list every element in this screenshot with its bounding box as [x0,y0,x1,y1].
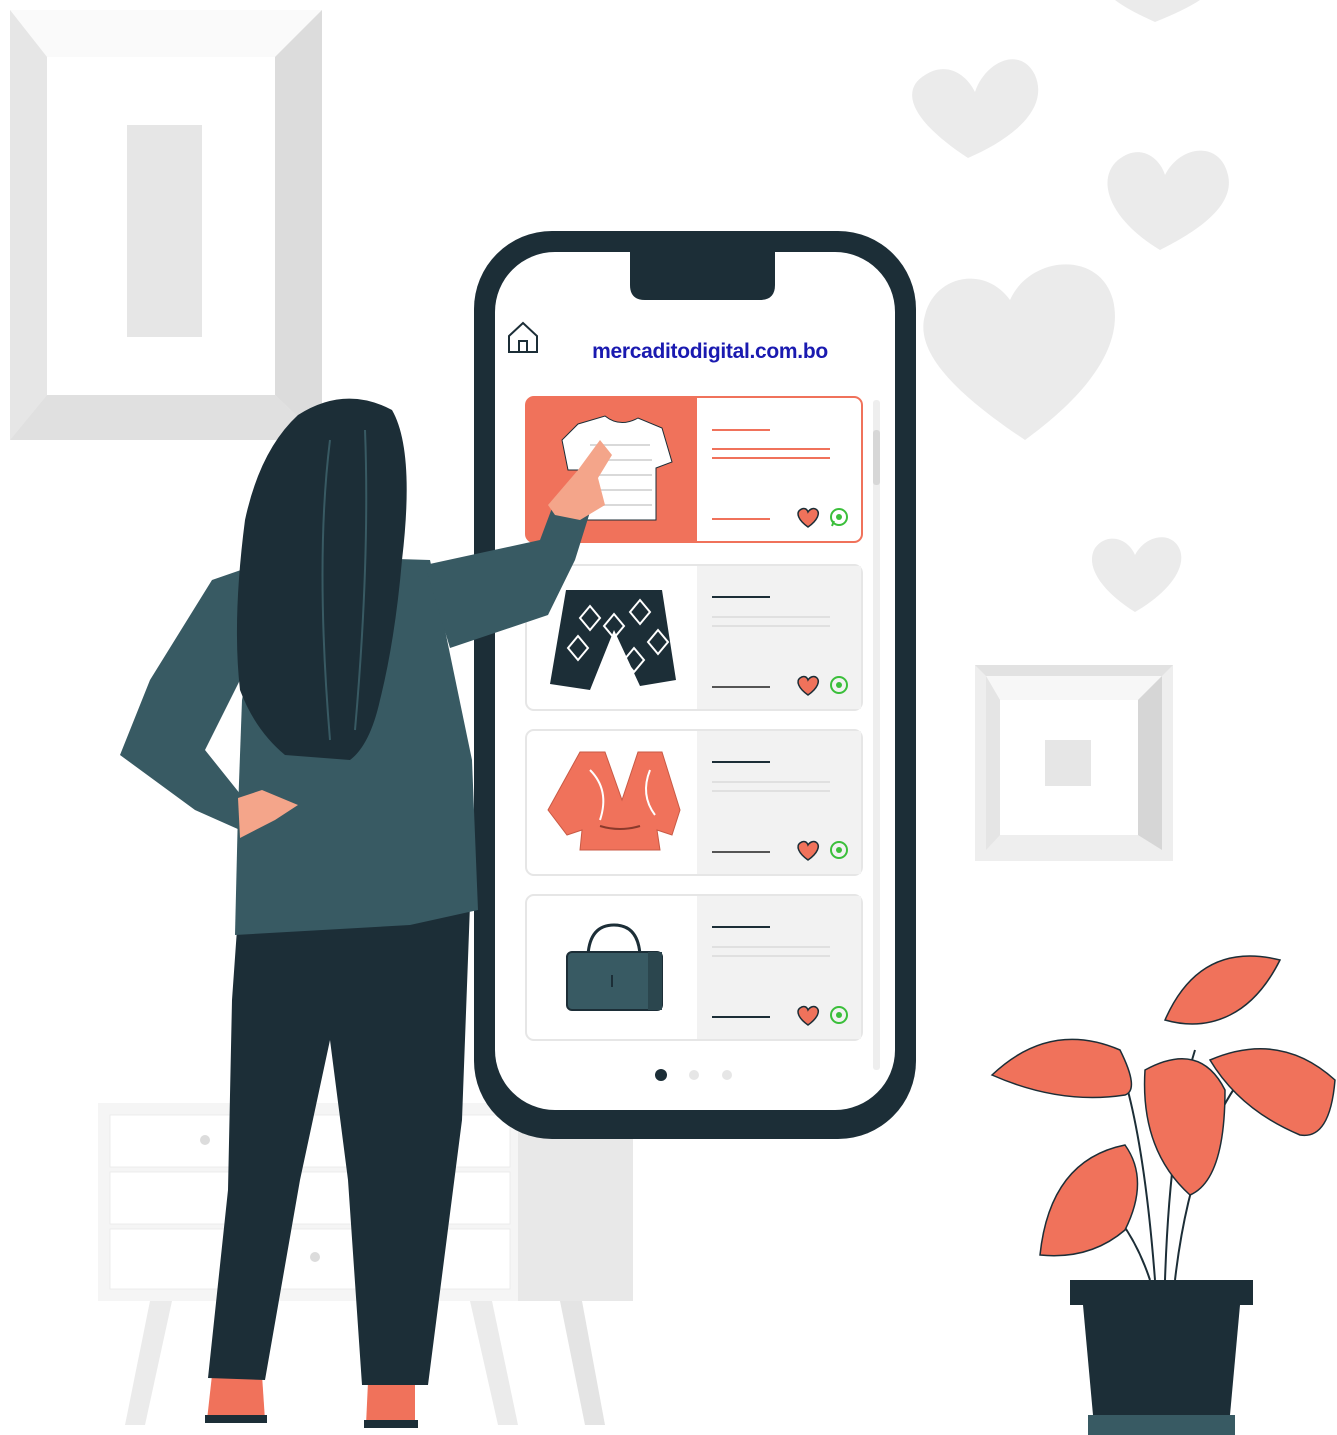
floating-hearts [912,0,1229,612]
page-dot [722,1070,732,1080]
site-url[interactable]: mercaditodigital.com.bo [560,340,860,364]
product-card-handbag[interactable] [525,894,863,1041]
wall-frame-large [10,10,322,440]
wall-frame-small [975,665,1173,861]
product-card-blouse[interactable] [525,729,863,876]
potted-plant [990,955,1336,1435]
page-dot [689,1070,699,1080]
home-button[interactable] [505,318,541,356]
illustration [10,0,1336,1435]
page-dot-active [655,1069,667,1081]
product-card-shorts[interactable] [525,564,863,711]
